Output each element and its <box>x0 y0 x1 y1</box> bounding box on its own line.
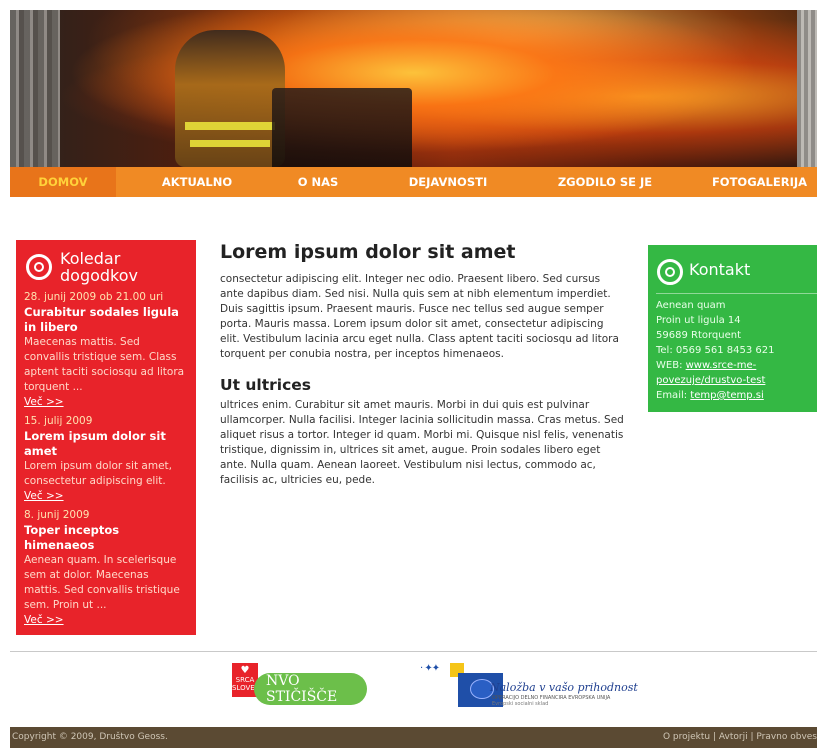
contact-email-link[interactable]: temp@temp.si <box>690 390 764 401</box>
footer-divider <box>10 651 817 652</box>
event-more-link[interactable]: Več >> <box>24 395 64 410</box>
events-title: Koledar dogodkov <box>60 250 138 284</box>
footer-link-o-projektu[interactable]: O projektu <box>663 732 710 742</box>
nvo-subtitle: SRCA SLOVENIJE <box>266 705 357 715</box>
nvo-title: NVO STIČIŠČE <box>266 673 338 705</box>
contact-email: Email: temp@temp.si <box>656 388 817 403</box>
event-description: Maecenas mattis. Sed convallis tristique… <box>24 336 185 393</box>
nav-item-zgodilo-se-je[interactable]: ZGODILO SE JE <box>530 167 680 197</box>
contact-phone: Tel: 0569 561 8453 621 <box>656 345 775 356</box>
event-more-link[interactable]: Več >> <box>24 489 64 504</box>
hero-wall-right <box>797 10 817 167</box>
footer-link-avtorji[interactable]: Avtorji <box>719 732 748 742</box>
event-more-link[interactable]: Več >> <box>24 613 64 628</box>
section-heading: Ut ultrices <box>220 376 312 394</box>
nvo-pill: NVO STIČIŠČE SRCA SLOVENIJE <box>254 673 367 715</box>
main-nav: DOMOV AKTUALNO O NAS DEJAVNOSTI ZGODILO … <box>10 167 817 197</box>
page-title: Lorem ipsum dolor sit amet <box>220 241 516 263</box>
footer-links: O projektu | Avtorji | Pravno obves <box>662 732 817 742</box>
contact-web: WEB: www.srce-me-povezuje/drustvo-test <box>656 358 817 388</box>
event-item: 8. junij 2009 Toper inceptos himenaeos A… <box>24 508 188 632</box>
contact-panel: Kontakt Aenean quam Proin ut ligula 14 5… <box>648 245 817 412</box>
hero-burning-machine <box>272 88 412 167</box>
contact-divider <box>656 293 817 294</box>
eu-line: Evropski socialni sklad <box>492 701 549 707</box>
target-icon <box>26 254 52 280</box>
stars-icon: · ✦✦ <box>420 663 440 674</box>
nav-item-dejavnosti[interactable]: DEJAVNOSTI <box>388 167 508 197</box>
hero-reflective-stripe <box>190 140 270 147</box>
footer-link-pravno[interactable]: Pravno obves <box>756 732 817 742</box>
events-calendar-panel: Koledar dogodkov 28. junij 2009 ob 21.00… <box>16 240 196 650</box>
event-item: 28. junij 2009 ob 21.00 uri Curabitur so… <box>24 290 188 414</box>
main-paragraph: consectetur adipiscing elit. Integer nec… <box>220 273 619 360</box>
nav-item-o-nas[interactable]: O NAS <box>268 167 368 197</box>
event-date: 28. junij 2009 ob 21.00 uri <box>24 291 164 303</box>
nvo-sticisce-logo[interactable]: ♥ SRCA SLOVENIJE NVO STIČIŠČE SRCA SLOVE… <box>232 663 367 715</box>
heart-icon: ♥ <box>240 665 250 676</box>
contact-details: Aenean quam Proin ut ligula 14 59689 Rto… <box>656 298 817 403</box>
copyright: Copyright © 2009, Društvo Geoss. <box>12 732 168 742</box>
target-icon <box>657 259 683 285</box>
event-heading[interactable]: Curabitur sodales ligula in libero <box>24 305 188 335</box>
contact-web-label: WEB: <box>656 360 686 371</box>
nav-item-fotogalerija[interactable]: FOTOGALERIJA <box>702 167 817 197</box>
contact-email-label: Email: <box>656 390 691 401</box>
contact-line: Proin ut ligula 14 <box>656 315 741 326</box>
contact-title: Kontakt <box>689 260 751 279</box>
events-header: Koledar dogodkov <box>24 240 196 290</box>
events-title-line: dogodkov <box>60 266 138 285</box>
eu-slogan: Naložba v vašo prihodnost <box>490 681 638 694</box>
event-description: Lorem ipsum dolor sit amet, consectetur … <box>24 460 172 487</box>
nav-item-domov[interactable]: DOMOV <box>10 167 116 197</box>
event-item: 15. julij 2009 Lorem ipsum dolor sit ame… <box>24 414 188 508</box>
main-paragraph: ultrices enim. Curabitur sit amet mauris… <box>220 399 624 486</box>
event-date: 8. junij 2009 <box>24 509 90 521</box>
header-hero-image <box>10 10 817 167</box>
hero-reflective-stripe <box>185 122 275 130</box>
nav-item-aktualno[interactable]: AKTUALNO <box>142 167 252 197</box>
event-description: Aenean quam. In scelerisque sem at dolor… <box>24 554 180 611</box>
main-content: Lorem ipsum dolor sit amet consectetur a… <box>220 240 625 488</box>
eu-funding-logo[interactable]: · ✦✦ Naložba v vašo prihodnost OPERACIJO… <box>420 663 638 713</box>
event-date: 15. julij 2009 <box>24 415 93 427</box>
contact-line: 59689 Rtorquent <box>656 330 742 341</box>
all-events-link[interactable]: Vsi dogodki društva >> <box>24 638 149 650</box>
event-heading[interactable]: Lorem ipsum dolor sit amet <box>24 429 188 459</box>
event-heading[interactable]: Toper inceptos himenaeos <box>24 523 188 553</box>
events-title-line: Koledar <box>60 249 121 268</box>
contact-line: Aenean quam <box>656 300 726 311</box>
bottom-bar: Copyright © 2009, Društvo Geoss. O proje… <box>10 727 817 748</box>
hero-wall-left <box>10 10 60 167</box>
